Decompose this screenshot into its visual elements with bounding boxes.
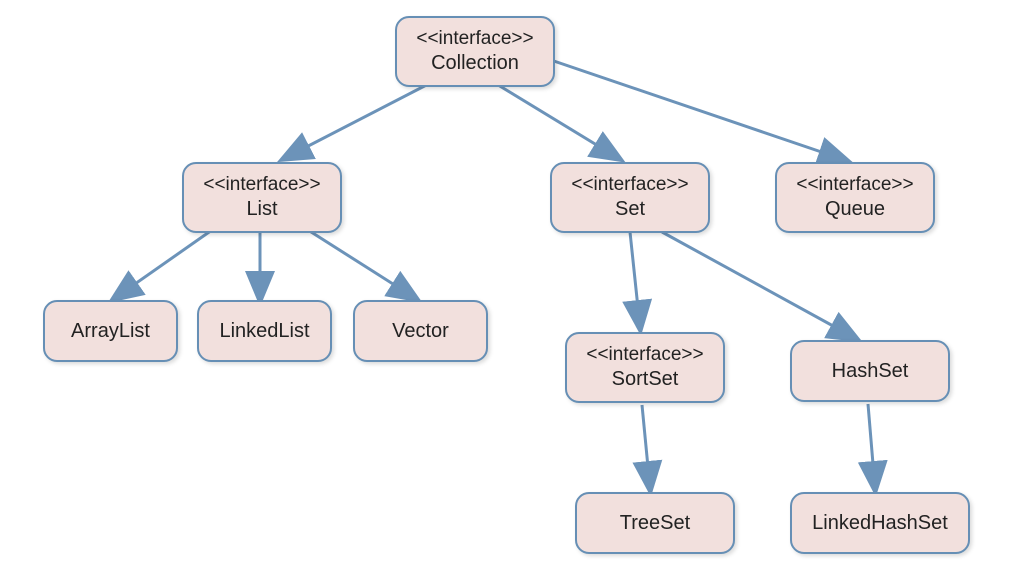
node-hashset: HashSet	[790, 340, 950, 402]
node-name: LinkedHashSet	[812, 511, 948, 535]
node-treeset: TreeSet	[575, 492, 735, 554]
node-name: ArrayList	[71, 319, 150, 343]
stereotype-label: <<interface>>	[571, 174, 688, 197]
node-name: TreeSet	[620, 511, 690, 535]
stereotype-label: <<interface>>	[796, 174, 913, 197]
node-name: Queue	[825, 197, 885, 221]
node-set: <<interface>> Set	[550, 162, 710, 233]
node-arraylist: ArrayList	[43, 300, 178, 362]
node-queue: <<interface>> Queue	[775, 162, 935, 233]
node-name: List	[246, 197, 277, 221]
stereotype-label: <<interface>>	[586, 344, 703, 367]
node-sortset: <<interface>> SortSet	[565, 332, 725, 403]
node-name: Set	[615, 197, 645, 221]
node-linkedhashset: LinkedHashSet	[790, 492, 970, 554]
node-linkedlist: LinkedList	[197, 300, 332, 362]
node-name: HashSet	[832, 359, 909, 383]
node-name: Vector	[392, 319, 449, 343]
node-list: <<interface>> List	[182, 162, 342, 233]
collection-hierarchy-diagram: <<interface>> Collection <<interface>> L…	[0, 0, 1024, 577]
node-name: Collection	[431, 51, 519, 75]
stereotype-label: <<interface>>	[416, 28, 533, 51]
node-collection: <<interface>> Collection	[395, 16, 555, 87]
node-name: LinkedList	[219, 319, 309, 343]
stereotype-label: <<interface>>	[203, 174, 320, 197]
node-vector: Vector	[353, 300, 488, 362]
node-name: SortSet	[612, 367, 679, 391]
